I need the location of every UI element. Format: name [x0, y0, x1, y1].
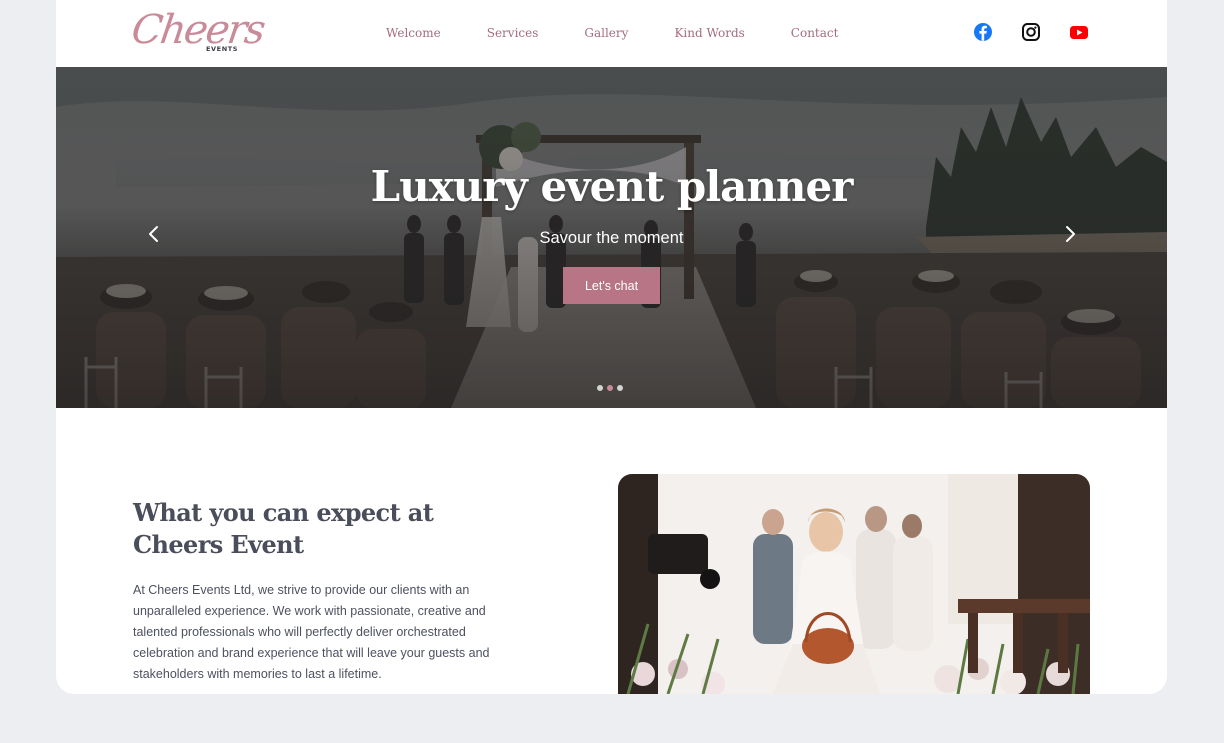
carousel-dot-3[interactable]	[617, 385, 623, 391]
flower-girl-photo	[618, 474, 1090, 694]
facebook-icon[interactable]	[972, 21, 994, 43]
main-nav: Welcome Services Gallery Kind Words Cont…	[386, 24, 884, 42]
section-body-text: At Cheers Events Ltd, we strive to provi…	[133, 583, 490, 681]
hero-title: Luxury event planner	[370, 162, 854, 211]
logo-subtitle: EVENTS	[206, 45, 239, 53]
carousel-dot-2[interactable]	[607, 385, 613, 391]
lets-chat-button[interactable]: Let's chat	[563, 267, 660, 304]
page-card: Cheers EVENTS Welcome Services Gallery K…	[56, 0, 1167, 694]
hero-subtitle: Savour the moment	[539, 229, 684, 247]
carousel-indicators	[597, 385, 627, 391]
carousel-dot-1[interactable]	[597, 385, 603, 391]
section-heading: What you can expect at Cheers Event	[133, 498, 434, 559]
nav-item-contact[interactable]: Contact	[791, 24, 839, 42]
carousel-next-arrow-icon[interactable]	[1058, 222, 1082, 246]
logo-script: Cheers	[128, 7, 267, 53]
site-header: Cheers EVENTS Welcome Services Gallery K…	[56, 0, 1167, 67]
nav-item-welcome[interactable]: Welcome	[386, 24, 441, 42]
hero-carousel: Luxury event planner Savour the moment L…	[56, 67, 1167, 408]
nav-item-kind-words[interactable]: Kind Words	[674, 24, 744, 42]
nav-item-gallery[interactable]: Gallery	[584, 24, 628, 42]
logo[interactable]: Cheers EVENTS	[129, 6, 267, 60]
instagram-icon[interactable]	[1020, 21, 1042, 43]
carousel-prev-arrow-icon[interactable]	[142, 222, 166, 246]
youtube-icon[interactable]	[1068, 21, 1090, 43]
nav-item-services[interactable]: Services	[487, 24, 539, 42]
